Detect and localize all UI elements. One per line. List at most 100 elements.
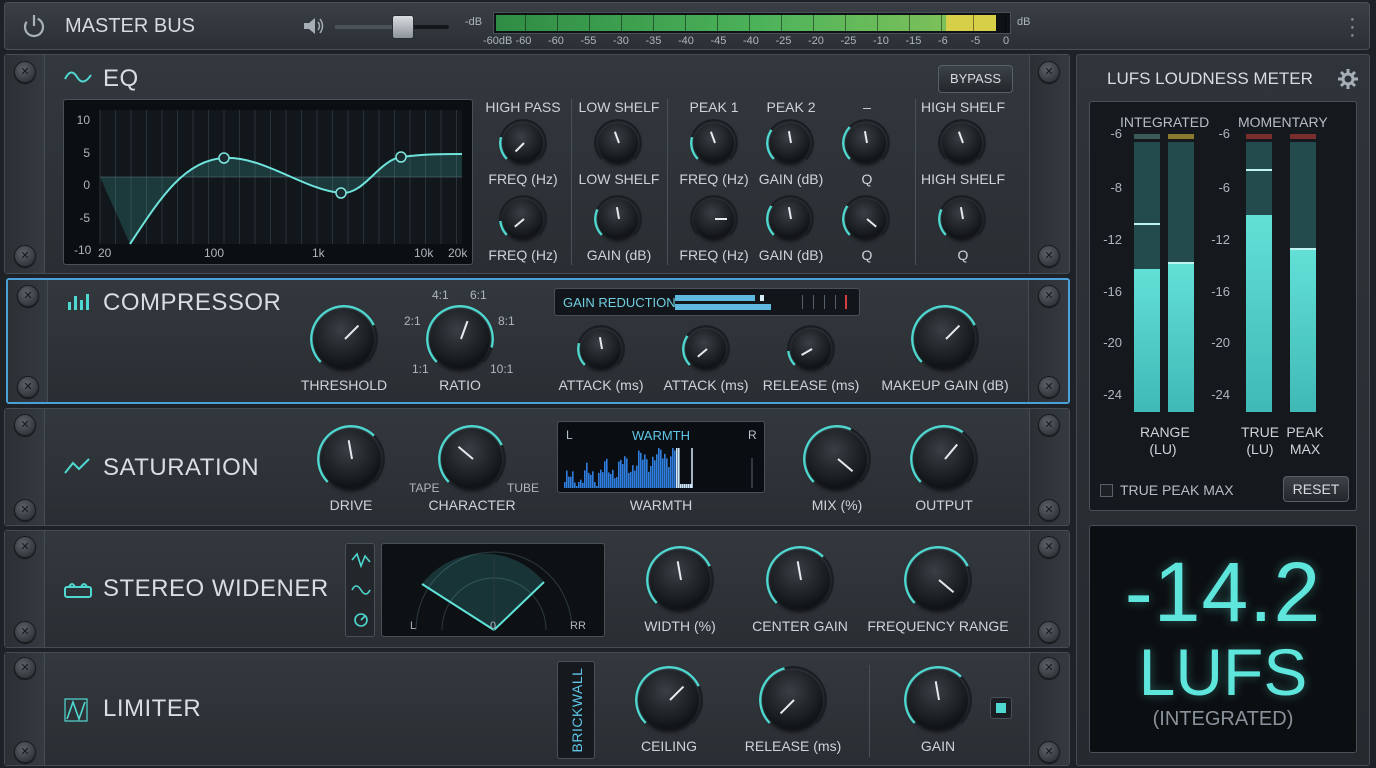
attack-knob[interactable] (577, 325, 625, 373)
knob-pointer (715, 218, 728, 220)
bus-title: MASTER BUS (65, 15, 196, 37)
speaker-icon[interactable] (301, 15, 325, 37)
lufs-scale-tick: -6 (1218, 180, 1230, 195)
frequency-range-knob[interactable] (904, 546, 972, 614)
high-shelf-q-knob[interactable] (938, 195, 986, 243)
meter-scale-tick: -40 (678, 35, 694, 47)
release-knob[interactable] (787, 325, 835, 373)
peak-label-text: PEAK (1286, 424, 1324, 440)
eq-y-axis: 10 5 0 -5 -10 (74, 104, 91, 267)
ratio-mark: 2:1 (404, 314, 421, 328)
ceiling-knob[interactable] (635, 666, 703, 734)
range-label-text: RANGE (1140, 424, 1190, 440)
character-knob[interactable] (438, 425, 506, 493)
lufs-bar-fill (1246, 214, 1272, 412)
power-icon[interactable] (21, 13, 47, 39)
meter-scale-tick: -30 (613, 35, 629, 47)
volume-slider[interactable] (335, 15, 449, 39)
eq-title: EQ (103, 65, 139, 92)
stereo-scope: L 0 RR (381, 543, 605, 637)
output-knob[interactable] (910, 425, 978, 493)
lufs-bar-fill (1134, 268, 1160, 412)
true-label-text: TRUE (1240, 424, 1280, 440)
meter-scale-tick: -6 (938, 35, 948, 47)
lufs-bar-cap (1134, 134, 1160, 139)
warmth-display-title: WARMTH (632, 428, 691, 443)
makeup-gain-knob[interactable] (911, 305, 979, 373)
center-gain-knob[interactable] (766, 546, 834, 614)
gear-icon[interactable] (1337, 68, 1359, 90)
ratio-mark: 4:1 (432, 288, 449, 302)
momentary-label: MOMENTARY (1238, 114, 1328, 130)
lufs-scale-tick: -20 (1211, 335, 1230, 350)
high-pass-freq-knob[interactable] (499, 119, 547, 167)
limiter-release-knob[interactable] (759, 666, 827, 734)
screw-icon (17, 285, 39, 307)
threshold-knob[interactable] (310, 305, 378, 373)
output-label: OUTPUT (915, 497, 973, 513)
ratio-knob[interactable] (426, 305, 494, 373)
meter-scale-tick: -10 (873, 35, 889, 47)
meter-scale-tick: -15 (905, 35, 922, 47)
peak1-freq-knob[interactable] (690, 119, 738, 167)
peak1-freq2-knob[interactable] (690, 195, 738, 243)
bypass-button[interactable]: BYPASS (938, 65, 1013, 93)
phase-mode-icon[interactable] (350, 610, 372, 630)
screw-icon (14, 499, 36, 521)
eq-band-label: HIGH SHELF (920, 171, 1005, 187)
db-left-label: -dB (465, 16, 483, 28)
mix-knob[interactable] (803, 425, 871, 493)
peak-sub-text: MAX (1289, 441, 1321, 457)
meter-scale-tick: -40 (743, 35, 759, 47)
screw-icon (1038, 414, 1060, 436)
drive-knob[interactable] (317, 425, 385, 493)
lufs-scale-tick: -12 (1103, 232, 1122, 247)
eq-graph[interactable]: 10 5 0 -5 -10 20 100 1k 10k 20k (63, 99, 473, 265)
screw-icon (14, 414, 36, 436)
meter-scale-tick: -45 (710, 35, 727, 47)
warmth-label: WARMTH (629, 497, 693, 513)
q-knob[interactable] (842, 119, 890, 167)
eq-band-header: HIGH SHELF (920, 99, 1005, 115)
lufs-title: LUFS LOUDNESS METER (1107, 69, 1313, 88)
low-shelf-knob[interactable] (594, 119, 642, 167)
low-shelf-gain-knob[interactable] (594, 195, 642, 243)
eq-node[interactable] (395, 151, 407, 163)
screw-icon (14, 657, 36, 679)
meter-scale-tick: -60 (548, 35, 564, 47)
meter-scale-tick: -25 (775, 35, 792, 47)
scope-l-label: L (410, 620, 417, 632)
lufs-bar-cap (1290, 134, 1316, 139)
reset-button[interactable]: RESET (1283, 476, 1349, 502)
screw-icon (14, 621, 36, 643)
lufs-bar-peak (1246, 168, 1272, 171)
saturation-curve-icon (64, 458, 90, 474)
eq-panel: EQ BYPASS 1050-5-10 201001k10k20k HIGH P… (4, 54, 1070, 274)
screw-icon (17, 376, 39, 398)
stereo-widener-title: STEREO WIDENER (103, 575, 329, 602)
eq-node[interactable] (218, 152, 230, 164)
true-peak-max-checkbox[interactable] (1100, 484, 1113, 497)
high-pass-freq2-knob[interactable] (499, 195, 547, 243)
sine-mode-icon[interactable] (350, 580, 372, 600)
peak2-gain2-knob[interactable] (766, 195, 814, 243)
peak2-gain-knob[interactable] (766, 119, 814, 167)
attack2-knob[interactable] (682, 325, 730, 373)
volume-handle[interactable] (392, 15, 415, 39)
eq-node[interactable] (335, 187, 347, 199)
high-shelf-knob[interactable] (938, 119, 986, 167)
more-options-icon[interactable]: · · · (1349, 9, 1356, 45)
screw-icon (1038, 376, 1060, 398)
makeup-gain-label: MAKEUP GAIN (dB) (881, 377, 1009, 393)
width-knob[interactable] (646, 546, 714, 614)
wave-mode-icon[interactable] (350, 550, 372, 570)
limiter-enable-checkbox[interactable] (990, 697, 1012, 719)
screw-icon (1038, 536, 1060, 558)
eq-x-tick: 1k (312, 246, 325, 260)
limiter-gain-knob[interactable] (904, 666, 972, 734)
lufs-value: -14.2 (1124, 545, 1322, 639)
ratio-mark: 1:1 (412, 362, 429, 376)
screw-icon (14, 741, 36, 763)
q2-knob[interactable] (842, 195, 890, 243)
lufs-unit: LUFS (1138, 635, 1308, 709)
